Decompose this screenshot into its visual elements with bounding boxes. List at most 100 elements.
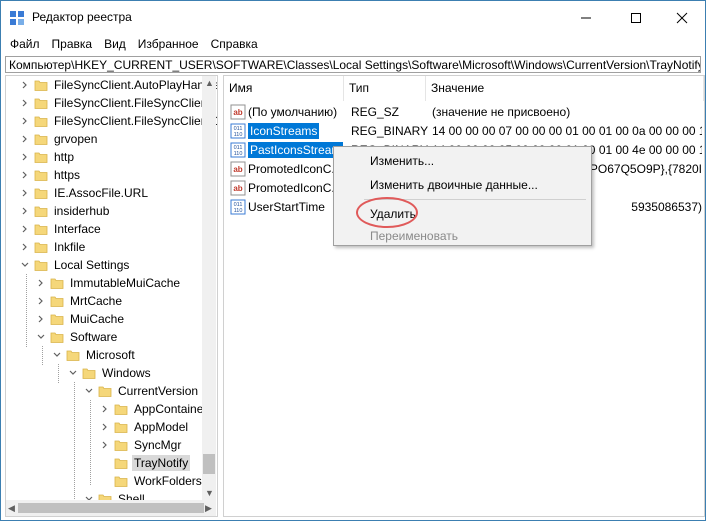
tree-item[interactable]: Local Settings <box>6 256 206 274</box>
list-item[interactable]: 011 110 IconStreams REG_BINARY 14 00 00 00 0… <box>224 122 704 140</box>
folder-icon <box>34 242 48 253</box>
chevron-right-icon[interactable] <box>20 98 30 108</box>
tree-item[interactable]: grvopen <box>6 130 206 148</box>
tree-item[interactable]: TrayNotify <box>6 454 206 472</box>
tree-item-label: ImmutableMuiCache <box>70 276 181 290</box>
list-item[interactable]: ab (По умолчанию) REG_SZ (значение не присв… <box>224 103 704 121</box>
chevron-right-icon[interactable] <box>36 278 46 288</box>
folder-icon <box>114 404 128 415</box>
tree-item[interactable]: insiderhub <box>6 202 206 220</box>
column-type[interactable]: Тип <box>344 76 426 101</box>
tree-item[interactable]: FileSyncClient.AutoPlayHandle <box>6 76 217 94</box>
ctx-modify-binary[interactable]: Изменить двоичные данные... <box>370 177 538 193</box>
value-name: IconStreams <box>248 123 320 139</box>
folder-icon <box>114 476 128 487</box>
tree-item[interactable]: MuiCache <box>6 310 206 328</box>
chevron-right-icon[interactable] <box>20 242 30 252</box>
tree-item[interactable]: Inkfile <box>6 238 206 256</box>
chevron-right-icon[interactable] <box>100 422 110 432</box>
tree-item[interactable]: ImmutableMuiCache <box>6 274 206 292</box>
ctx-modify[interactable]: Изменить... <box>370 153 434 169</box>
values-list[interactable]: Имя Тип Значение ab (По умолчанию) REG_SZ (… <box>223 75 705 517</box>
tree-item[interactable]: MrtCache <box>6 292 206 310</box>
menu-bar: Файл Правка Вид Избранное Справка <box>1 34 705 54</box>
chevron-right-icon[interactable] <box>20 224 30 234</box>
tree-item[interactable]: Interface <box>6 220 206 238</box>
chevron-right-icon[interactable] <box>20 170 30 180</box>
chevron-down-icon[interactable] <box>36 332 46 342</box>
chevron-right-icon[interactable] <box>20 206 30 216</box>
chevron-right-icon[interactable] <box>100 440 110 450</box>
menu-favorites[interactable]: Избранное <box>132 34 205 54</box>
chevron-right-icon[interactable] <box>100 404 110 414</box>
folder-icon <box>114 422 128 433</box>
tree-item-label: MrtCache <box>70 294 123 308</box>
highlight-annotation <box>356 197 418 228</box>
tree-item-label: FileSyncClient.FileSyncClient <box>54 96 211 110</box>
tree-item[interactable]: CurrentVersion <box>6 382 206 400</box>
close-button[interactable] <box>659 1 705 34</box>
chevron-right-icon[interactable] <box>20 152 30 162</box>
menu-help[interactable]: Справка <box>205 34 264 54</box>
key-tree[interactable]: FileSyncClient.AutoPlayHandle FileSyncCli… <box>5 75 218 517</box>
tree-item-label: Microsoft <box>86 348 135 362</box>
tree-item[interactable]: FileSyncClient.FileSyncClient <box>6 94 211 112</box>
value-type: REG_SZ <box>351 105 400 119</box>
tree-vertical-scroll-thumb[interactable] <box>203 454 215 474</box>
scroll-right-icon[interactable]: ▶ <box>205 503 212 513</box>
column-name[interactable]: Имя <box>224 76 344 101</box>
tree-item[interactable]: IE.AssocFile.URL <box>6 184 206 202</box>
tree-horizontal-scrollbar[interactable]: ◀ ▶ <box>6 500 216 516</box>
chevron-right-icon[interactable] <box>20 188 30 198</box>
chevron-down-icon[interactable] <box>68 368 78 378</box>
chevron-right-icon[interactable] <box>36 314 46 324</box>
value-data: 14 00 00 00 07 00 00 00 01 00 01 00 0a 0… <box>432 124 702 138</box>
chevron-right-icon[interactable] <box>20 116 30 126</box>
tree-item[interactable]: AppContainer <box>6 400 208 418</box>
scroll-up-icon[interactable]: ▲ <box>205 78 214 88</box>
scroll-left-icon[interactable]: ◀ <box>8 503 15 513</box>
binary-value-icon: 011110 <box>230 123 246 139</box>
chevron-right-icon[interactable] <box>20 134 30 144</box>
column-value[interactable]: Значение <box>426 76 704 101</box>
tree-item[interactable]: WorkFolders <box>6 472 206 490</box>
menu-file[interactable]: Файл <box>4 34 46 54</box>
tree-item-label: TrayNotify <box>132 455 191 471</box>
tree-item-label: AppContainer <box>134 402 208 416</box>
minimize-button[interactable] <box>563 1 609 34</box>
tree-item[interactable]: AppModel <box>6 418 206 436</box>
tree-vertical-scrollbar[interactable]: ▲ ▼ <box>202 76 216 500</box>
tree-item-label: Inkfile <box>54 240 86 254</box>
tree-item[interactable]: FileSyncClient.FileSyncClient.1 <box>6 112 217 130</box>
address-bar[interactable]: Компьютер\HKEY_CURRENT_USER\SOFTWARE\Cla… <box>5 56 701 73</box>
svg-text:110: 110 <box>234 132 243 138</box>
menu-view[interactable]: Вид <box>98 34 132 54</box>
tree-item[interactable]: https <box>6 166 206 184</box>
tree-item[interactable]: http <box>6 148 206 166</box>
folder-icon <box>34 116 48 127</box>
menu-edit[interactable]: Правка <box>46 34 99 54</box>
chevron-down-icon[interactable] <box>20 260 30 270</box>
folder-icon <box>34 134 48 145</box>
tree-horizontal-scroll-thumb[interactable] <box>18 503 204 513</box>
tree-item[interactable]: Microsoft <box>6 346 206 364</box>
tree-item-label: FileSyncClient.FileSyncClient.1 <box>54 114 218 128</box>
tree-item-label: SyncMgr <box>134 438 182 452</box>
tree-item-label: grvopen <box>54 132 98 146</box>
tree-item[interactable]: SyncMgr <box>6 436 206 454</box>
registry-editor-window: Редактор реестра Файл Правка Вид Избранн… <box>0 0 706 521</box>
tree-item[interactable]: Software <box>6 328 206 346</box>
chevron-right-icon[interactable] <box>20 80 30 90</box>
tree-item-label: Software <box>70 330 118 344</box>
tree-item-label: insiderhub <box>54 204 110 218</box>
maximize-icon <box>631 12 641 23</box>
tree-item[interactable]: Windows <box>6 364 206 382</box>
maximize-button[interactable] <box>613 1 659 34</box>
chevron-right-icon[interactable] <box>36 296 46 306</box>
scroll-down-icon[interactable]: ▼ <box>205 488 214 498</box>
chevron-down-icon[interactable] <box>52 350 62 360</box>
folder-icon <box>34 188 48 199</box>
folder-icon <box>50 296 64 307</box>
folder-icon <box>98 386 112 397</box>
chevron-down-icon[interactable] <box>84 386 94 396</box>
